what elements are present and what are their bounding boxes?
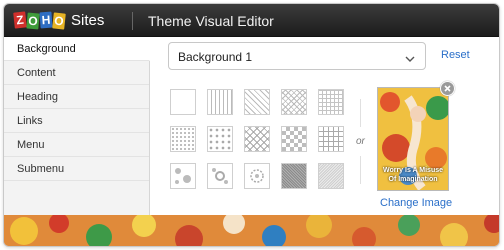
reset-link[interactable]: Reset xyxy=(441,49,470,61)
pattern-swatch-grid-cross[interactable] xyxy=(318,126,344,152)
zoho-sites-logo[interactable]: Z O H O Sites xyxy=(13,10,105,30)
page-title: Theme Visual Editor xyxy=(148,13,274,29)
sidebar-item-heading[interactable]: Heading xyxy=(4,85,149,109)
sidebar-item-background[interactable]: Background xyxy=(4,37,150,61)
pattern-swatch-noise-light[interactable] xyxy=(318,163,344,189)
sidebar-item-menu[interactable]: Menu xyxy=(4,133,149,157)
close-icon[interactable] xyxy=(440,81,455,96)
separator-bottom xyxy=(360,156,361,184)
logo-letter-o: O xyxy=(26,12,40,29)
pattern-swatch-vertical-lines[interactable] xyxy=(207,89,233,115)
logo-letter-o-2: O xyxy=(52,11,66,30)
sidebar-item-submenu[interactable]: Submenu xyxy=(4,157,149,181)
change-image-link[interactable]: Change Image xyxy=(380,197,452,209)
header-bar: Z O H O Sites Theme Visual Editor xyxy=(4,4,499,37)
main-panel: Background 1 Reset or Worry Is A Misuse … xyxy=(151,37,499,215)
chevron-down-icon xyxy=(404,51,416,69)
background-image-thumbnail[interactable]: Worry Is A Misuse Of Imagination xyxy=(377,87,449,191)
pattern-swatch-rosette[interactable] xyxy=(244,163,270,189)
pattern-swatch-crosshatch[interactable] xyxy=(281,89,307,115)
pattern-grid xyxy=(170,89,344,189)
logo-sites-text: Sites xyxy=(71,12,105,29)
thumbnail-caption: Worry Is A Misuse Of Imagination xyxy=(378,166,448,184)
pattern-swatch-checker[interactable] xyxy=(281,126,307,152)
header-divider xyxy=(132,12,133,30)
sidebar: Background Content Heading Links Menu Su… xyxy=(4,37,150,215)
pattern-swatch-noise-dark[interactable] xyxy=(281,163,307,189)
sidebar-item-content[interactable]: Content xyxy=(4,61,149,85)
pattern-swatch-diagonal-lines[interactable] xyxy=(244,89,270,115)
page-background-preview xyxy=(4,215,499,246)
sidebar-item-links[interactable]: Links xyxy=(4,109,149,133)
pattern-swatch-flower[interactable] xyxy=(207,163,233,189)
pattern-swatch-grid-fine[interactable] xyxy=(318,89,344,115)
thumbnail-caption-line2: Of Imagination xyxy=(388,176,438,183)
pattern-swatch-dots[interactable] xyxy=(170,126,196,152)
pattern-swatch-plain[interactable] xyxy=(170,89,196,115)
pattern-swatch-dots-large[interactable] xyxy=(207,126,233,152)
theme-editor-window: Z O H O Sites Theme Visual Editor Backgr… xyxy=(3,3,500,247)
background-preview-artwork xyxy=(4,215,499,246)
thumbnail-caption-line1: Worry Is A Misuse xyxy=(382,167,444,174)
pattern-swatch-diamonds[interactable] xyxy=(244,126,270,152)
zoho-logo-tiles: Z O H O xyxy=(13,10,66,30)
logo-letter-z: Z xyxy=(13,10,27,29)
separator-top xyxy=(360,99,361,127)
or-label: or xyxy=(356,136,365,147)
background-select[interactable]: Background 1 xyxy=(168,42,426,70)
logo-letter-h: H xyxy=(39,11,53,28)
pattern-swatch-floral[interactable] xyxy=(170,163,196,189)
background-select-value: Background 1 xyxy=(178,50,253,64)
